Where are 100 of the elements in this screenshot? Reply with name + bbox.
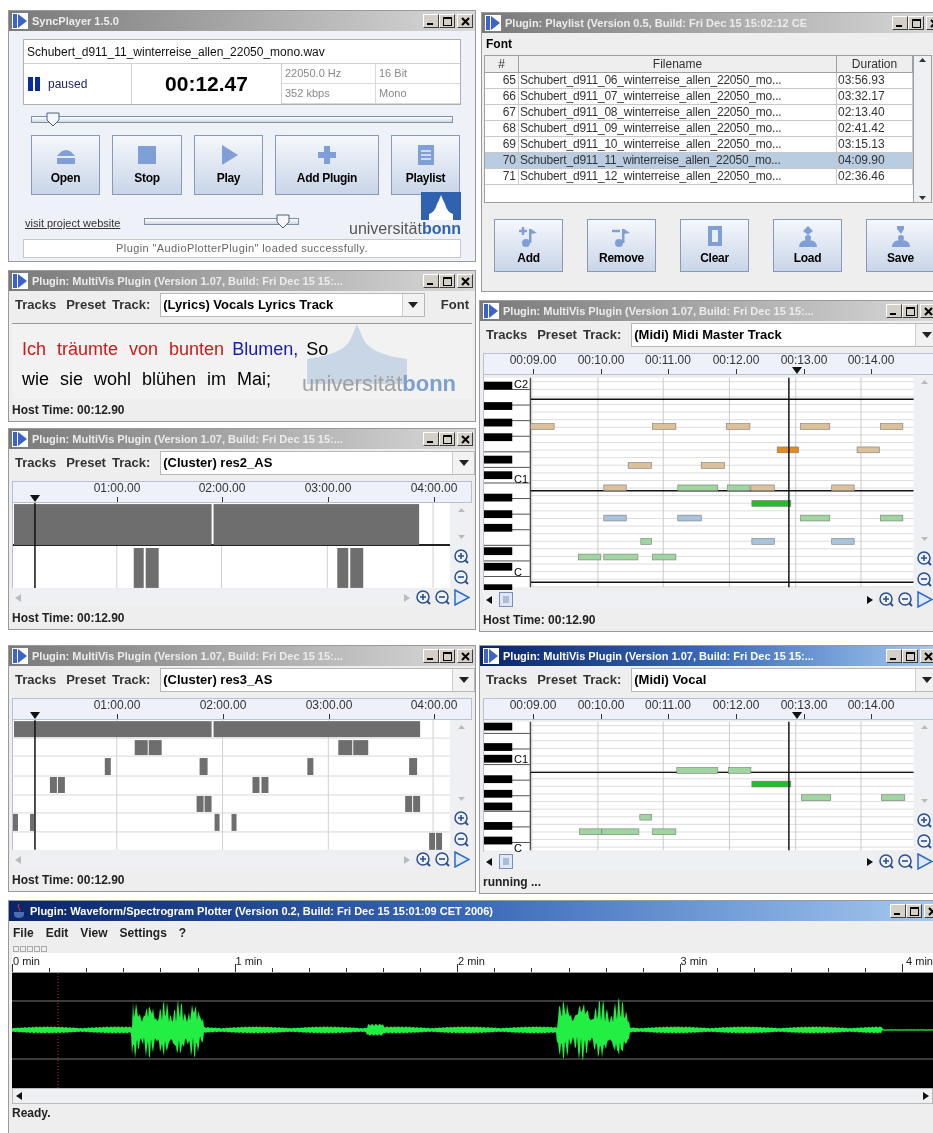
- time-label: 4 min: [906, 954, 933, 969]
- status-message: Plugin "AudioPlotterPlugin" loaded successfully.: [23, 239, 461, 258]
- menu-item[interactable]: View: [80, 924, 108, 942]
- menu-item[interactable]: ?: [178, 924, 187, 942]
- toolbar-button[interactable]: Stop: [112, 135, 182, 195]
- key-label: C2: [514, 379, 529, 390]
- menu-item[interactable]: Edit: [45, 924, 69, 942]
- time-label: 00:12.00: [711, 699, 761, 712]
- track-dropdown[interactable]: (Lyrics) Vocals Lyrics Track: [160, 293, 425, 317]
- time-label: 00:11.00: [644, 699, 692, 712]
- toolbar-button[interactable]: Load: [773, 219, 842, 272]
- lyric-text: Ich träumte von bunten: [22, 338, 225, 360]
- menu-item[interactable]: File: [13, 924, 34, 942]
- time-label: 00:14.00: [846, 699, 896, 712]
- track-dropdown[interactable]: (Cluster) res3_AS: [160, 668, 475, 692]
- time-label: 00:09.00: [508, 699, 558, 712]
- time-label: 01:00.00: [92, 699, 142, 712]
- track-dropdown[interactable]: (Midi) Midi Master Track: [631, 323, 933, 347]
- toolbar-button[interactable]: Clear: [680, 219, 749, 272]
- audio-info: 22050.0 Hz: [282, 64, 376, 84]
- field-label: Track:: [111, 296, 151, 315]
- time-label: 02:00.00: [197, 482, 247, 495]
- table-row[interactable]: 67 Schubert_d911_08_winterreise_allen_22050_mo... 02:13.40: [485, 105, 913, 121]
- audio-info: Mono: [376, 84, 460, 104]
- key-label: C1: [514, 474, 529, 485]
- table-cell: 71: [485, 169, 519, 185]
- menu-item[interactable]: Font: [486, 35, 512, 53]
- field-label: Track:: [582, 671, 622, 690]
- menu-item[interactable]: Settings: [119, 924, 167, 942]
- time-label: 0 min: [13, 954, 40, 969]
- menu-item[interactable]: Tracks: [15, 453, 57, 473]
- menu-item[interactable]: Tracks: [15, 670, 57, 690]
- field-label: Track:: [582, 326, 622, 345]
- table-row[interactable]: 69 Schubert_d911_10_winterreise_allen_22050_mo... 03:15.13: [485, 137, 913, 153]
- website-link[interactable]: visit project website: [25, 214, 121, 231]
- lyric-text: wie sie wohl blühen im Mai;: [22, 368, 272, 390]
- playback-status: paused: [48, 76, 88, 93]
- time-label: 00:14.00: [846, 354, 896, 367]
- table-cell: Schubert_d911_12_winterreise_allen_22050_mo...: [519, 169, 837, 185]
- menu-item[interactable]: Preset: [66, 670, 106, 690]
- status-text: Host Time: 00:12.90: [11, 610, 126, 627]
- window-title: Plugin: Waveform/Spectrogram Plotter (Version 0.2, Build: Fri Dec 15 15:01:09 CET 2006): [30, 903, 493, 919]
- key-label: C1: [514, 754, 529, 765]
- time-label: 00:11.00: [644, 354, 692, 367]
- menu-item[interactable]: Preset: [66, 295, 106, 315]
- time-label: 04:00.00: [409, 699, 459, 712]
- toolbar-button[interactable]: Open: [31, 135, 100, 195]
- column-header[interactable]: #: [485, 56, 519, 72]
- time-label: 00:10.00: [576, 354, 626, 367]
- table-row[interactable]: 65 Schubert_d911_06_winterreise_allen_22050_mo... 03:56.93: [485, 73, 913, 89]
- key-label: C: [514, 567, 522, 578]
- file-name: Schubert_d911_11_winterreise_allen_22050_mono.wav: [24, 40, 460, 64]
- menu-item[interactable]: Tracks: [486, 670, 528, 690]
- time-label: 00:10.00: [576, 699, 626, 712]
- track-dropdown[interactable]: (Cluster) res2_AS: [160, 451, 475, 475]
- menu-item[interactable]: Preset: [66, 453, 106, 473]
- window-title: Plugin: MultiVis Plugin (Version 1.07, Build: Fri Dec 15 15:...: [503, 648, 814, 664]
- table-row[interactable]: 68 Schubert_d911_09_winterreise_allen_22050_mo... 02:41.42: [485, 121, 913, 137]
- table-row[interactable]: 71 Schubert_d911_12_winterreise_allen_22050_mo... 02:36.46: [485, 169, 913, 185]
- column-header[interactable]: Filename: [519, 56, 837, 72]
- time-label: 03:00.00: [304, 699, 354, 712]
- toolbar-button[interactable]: Remove: [587, 219, 656, 272]
- menu-item[interactable]: Preset: [537, 670, 577, 690]
- time-label: 01:00.00: [92, 482, 142, 495]
- toolbar-button[interactable]: Add: [494, 219, 563, 272]
- track-dropdown[interactable]: (Midi) Vocal: [631, 668, 933, 692]
- field-label: Track:: [111, 671, 151, 690]
- toolbar-button[interactable]: Save: [866, 219, 933, 272]
- table-row[interactable]: 66 Schubert_d911_07_winterreise_allen_22050_mo... 03:32.17: [485, 89, 913, 105]
- menu-item[interactable]: Tracks: [15, 295, 57, 315]
- time-label: 2 min: [458, 954, 485, 969]
- toolbar-button[interactable]: Add Plugin: [275, 135, 379, 195]
- table-row[interactable]: 70 Schubert_d911_11_winterreise_allen_22050_mo... 04:09.90: [485, 153, 913, 169]
- audio-info: 16 Bit: [376, 64, 460, 84]
- time-label: 03:00.00: [303, 482, 353, 495]
- toolbar-button[interactable]: Playlist: [391, 135, 460, 195]
- status-text: Host Time: 00:12.90: [11, 872, 126, 889]
- font-button[interactable]: Font: [434, 295, 475, 315]
- background-logo-text: universitätbonn: [302, 372, 457, 396]
- time-label: 1 min: [235, 954, 263, 969]
- audio-info: 352 kbps: [282, 84, 376, 104]
- time-label: 04:00.00: [409, 482, 459, 495]
- lyric-text: Blumen,: [232, 338, 299, 360]
- time-label: 02:00.00: [198, 699, 248, 712]
- status-text: Host Time: 00:12.90: [11, 402, 126, 419]
- time-label: 00:13.00: [779, 699, 829, 712]
- field-label: Track:: [111, 454, 151, 473]
- time-label: 00:09.00: [508, 354, 558, 367]
- lyric-text: So: [306, 338, 329, 360]
- window-title: SyncPlayer 1.5.0: [32, 13, 119, 29]
- status-text: Ready.: [11, 1105, 52, 1122]
- time-label: 00:13.00: [779, 354, 829, 367]
- status-text: Host Time: 00:12.90: [482, 612, 597, 629]
- menu-item[interactable]: Preset: [537, 325, 577, 345]
- time-label: 00:12.00: [711, 354, 761, 367]
- university-logo-text: universitätbonn: [349, 220, 461, 237]
- time-label: 3 min: [680, 954, 708, 969]
- status-text: running ...: [482, 874, 542, 891]
- menu-item[interactable]: Tracks: [486, 325, 528, 345]
- toolbar-button[interactable]: Play: [194, 135, 263, 195]
